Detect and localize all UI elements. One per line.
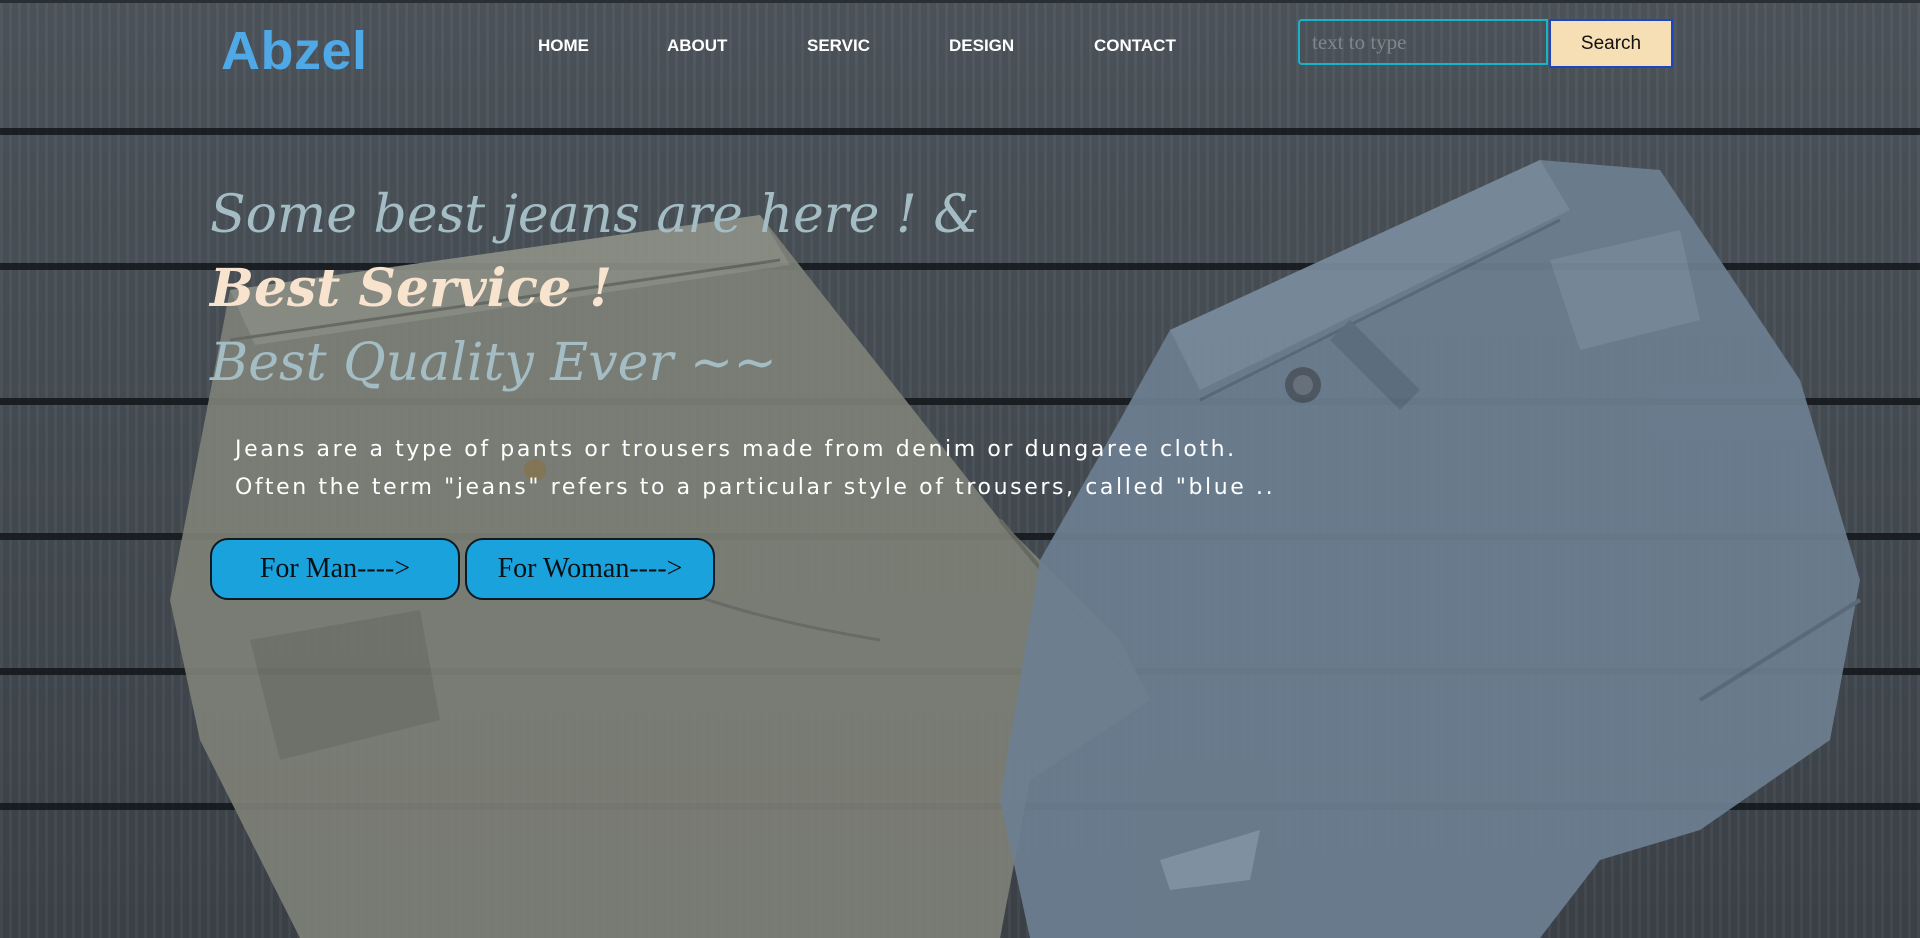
hero-description-line-2: Often the term "jeans" refers to a parti… (235, 475, 1276, 500)
hero-title-line-2: Best Service ! (210, 258, 613, 319)
hero-description-line-1: Jeans are a type of pants or trousers ma… (235, 437, 1237, 462)
nav-services[interactable]: SERVIC (807, 36, 870, 56)
brand-logo[interactable]: Abzel (221, 20, 368, 82)
blue-shorts-image (1000, 160, 1862, 938)
nav-home[interactable]: HOME (538, 36, 589, 56)
search-button[interactable]: Search (1549, 19, 1673, 68)
hero-title: Some best jeans are here ! & Best Servic… (210, 178, 980, 400)
search-input[interactable] (1298, 19, 1548, 65)
for-man-button[interactable]: For Man----> (210, 538, 460, 600)
top-border (0, 0, 1920, 3)
nav-contact[interactable]: CONTACT (1094, 36, 1176, 56)
nav-design[interactable]: DESIGN (949, 36, 1014, 56)
hero-title-line-1: Some best jeans are here ! & (210, 185, 980, 245)
hero-description: Jeans are a type of pants or trousers ma… (235, 431, 1275, 507)
nav-about[interactable]: ABOUT (667, 36, 727, 56)
hero-title-line-3: Best Quality Ever ~~ (210, 333, 777, 393)
for-woman-button[interactable]: For Woman----> (465, 538, 715, 600)
